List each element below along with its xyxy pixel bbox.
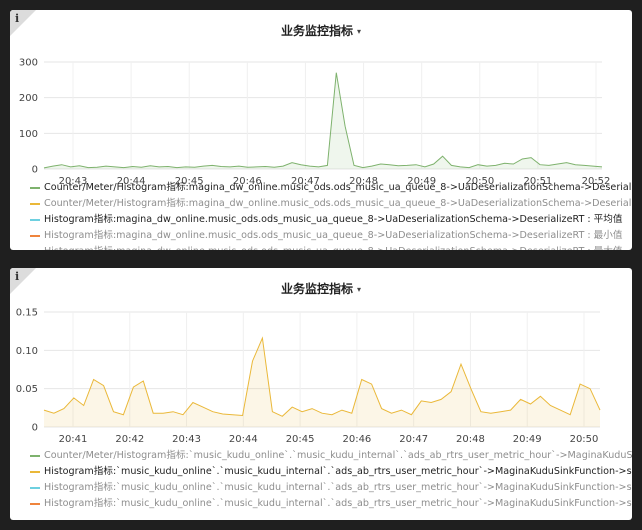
x-tick-label: 20:43 (172, 434, 201, 445)
legend-item[interactable]: Histogram指标:`music_kudu_online`.`music_k… (30, 480, 632, 496)
panel-title[interactable]: 业务监控指标 ▾ (10, 280, 632, 297)
y-tick-label: 0.05 (16, 384, 38, 395)
x-tick-label: 20:44 (229, 434, 258, 445)
legend-swatch (30, 219, 40, 221)
panel-title-text: 业务监控指标 (280, 24, 353, 38)
legend-item[interactable]: Counter/Meter/Histogram指标:magina_dw_onli… (30, 196, 632, 212)
legend-swatch (30, 487, 40, 489)
y-tick-label: 200 (19, 93, 38, 104)
panel-title-text: 业务监控指标 (280, 282, 353, 296)
legend-item[interactable]: Histogram指标:magina_dw_online.music_ods.o… (30, 244, 632, 250)
legend-label: Histogram指标:magina_dw_online.music_ods.o… (44, 214, 623, 225)
chevron-down-icon[interactable]: ▾ (357, 27, 361, 36)
legend-item[interactable]: Counter/Meter/Histogram指标:`music_kudu_on… (30, 448, 632, 464)
legend-item[interactable]: Counter/Meter/Histogram指标:magina_dw_onli… (30, 180, 632, 196)
y-tick-label: 0 (32, 165, 38, 176)
legend-item[interactable]: Histogram指标:magina_dw_online.music_ods.o… (30, 228, 632, 244)
legend-item[interactable]: Histogram指标:`music_kudu_online`.`music_k… (30, 464, 632, 480)
legend-item[interactable]: Histogram指标:`music_kudu_online`.`music_k… (30, 496, 632, 512)
y-tick-label: 0.10 (16, 346, 38, 357)
series-line (43, 72, 603, 169)
y-tick-label: 0.15 (16, 308, 38, 319)
legend-label: Histogram指标:`music_kudu_online`.`music_k… (44, 482, 632, 493)
x-tick-label: 20:46 (342, 434, 371, 445)
legend-label: Histogram指标:magina_dw_online.music_ods.o… (44, 230, 623, 241)
legend-swatch (30, 235, 40, 237)
y-tick-label: 300 (19, 58, 38, 69)
panel-title[interactable]: 业务监控指标 ▾ (10, 22, 632, 39)
legend-swatch (30, 455, 40, 457)
y-tick-label: 0 (32, 423, 38, 434)
monitor-panel-2: i 业务监控指标 ▾ 0 0.05 0.10 0.15 20:41 20:42 20:43 20… (10, 268, 632, 520)
x-tick-label: 20:48 (456, 434, 485, 445)
x-tick-label: 20:41 (59, 434, 88, 445)
chart-legend: Counter/Meter/Histogram指标:magina_dw_onli… (30, 180, 632, 250)
legend-label: Counter/Meter/Histogram指标:magina_dw_onli… (44, 182, 632, 193)
legend-swatch (30, 187, 40, 189)
legend-label: Histogram指标:`music_kudu_online`.`music_k… (44, 466, 632, 477)
x-tick-label: 20:45 (286, 434, 315, 445)
chevron-down-icon[interactable]: ▾ (357, 285, 361, 294)
x-tick-label: 20:49 (513, 434, 542, 445)
legend-swatch (30, 471, 40, 473)
legend-item[interactable]: Histogram指标:magina_dw_online.music_ods.o… (30, 212, 632, 228)
monitor-panel-1: i 业务监控指标 ▾ 0 100 200 300 20:43 20:44 20:45 20:46… (10, 10, 632, 250)
series-area (44, 72, 602, 169)
legend-label: Counter/Meter/Histogram指标:magina_dw_onli… (44, 198, 632, 209)
x-tick-label: 20:50 (570, 434, 599, 445)
chart-legend: Counter/Meter/Histogram指标:`music_kudu_on… (30, 448, 632, 516)
legend-label: Counter/Meter/Histogram指标:`music_kudu_on… (44, 450, 632, 461)
x-tick-label: 20:42 (115, 434, 144, 445)
x-tick-label: 20:47 (399, 434, 428, 445)
legend-swatch (30, 503, 40, 505)
legend-label: Histogram指标:magina_dw_online.music_ods.o… (44, 244, 622, 250)
legend-label: Histogram指标:`music_kudu_online`.`music_k… (44, 498, 632, 509)
y-tick-label: 100 (19, 129, 38, 140)
legend-swatch (30, 203, 40, 205)
